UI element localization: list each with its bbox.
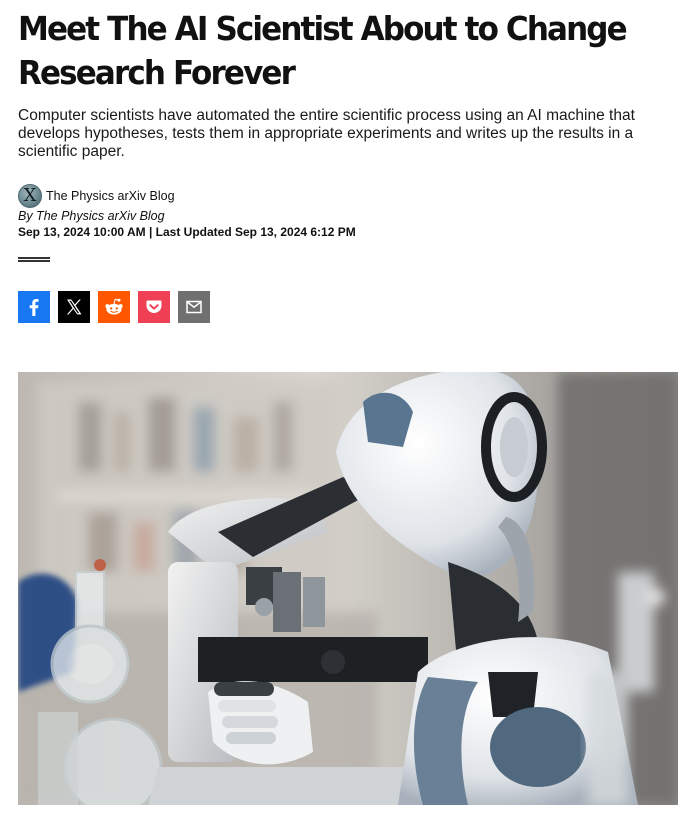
reddit-share-button[interactable] (98, 291, 130, 323)
facebook-share-button[interactable] (18, 291, 50, 323)
article-headline: Meet The AI Scientist About to Change Re… (18, 9, 628, 92)
share-bar (18, 291, 676, 323)
hero-image (18, 372, 678, 805)
pocket-share-button[interactable] (138, 291, 170, 323)
x-share-button[interactable] (58, 291, 90, 323)
author-name-link[interactable]: The Physics arXiv Blog (46, 189, 175, 203)
author-row: X The Physics arXiv Blog (18, 184, 676, 208)
author-avatar[interactable]: X (18, 184, 42, 208)
dateline: Sep 13, 2024 10:00 AM | Last Updated Sep… (18, 225, 356, 239)
author-avatar-letter: X (23, 185, 37, 206)
robot-microscope-illustration (18, 372, 678, 805)
x-icon (67, 299, 82, 315)
byline: By The Physics arXiv Blog (18, 209, 165, 223)
facebook-icon (29, 299, 39, 316)
article-page: Meet The AI Scientist About to Change Re… (0, 0, 694, 820)
email-icon (186, 300, 202, 314)
article-dek: Computer scientists have automated the e… (18, 107, 635, 160)
reddit-icon (105, 298, 123, 315)
pocket-icon (146, 300, 162, 313)
section-divider (18, 257, 50, 262)
email-share-button[interactable] (178, 291, 210, 323)
